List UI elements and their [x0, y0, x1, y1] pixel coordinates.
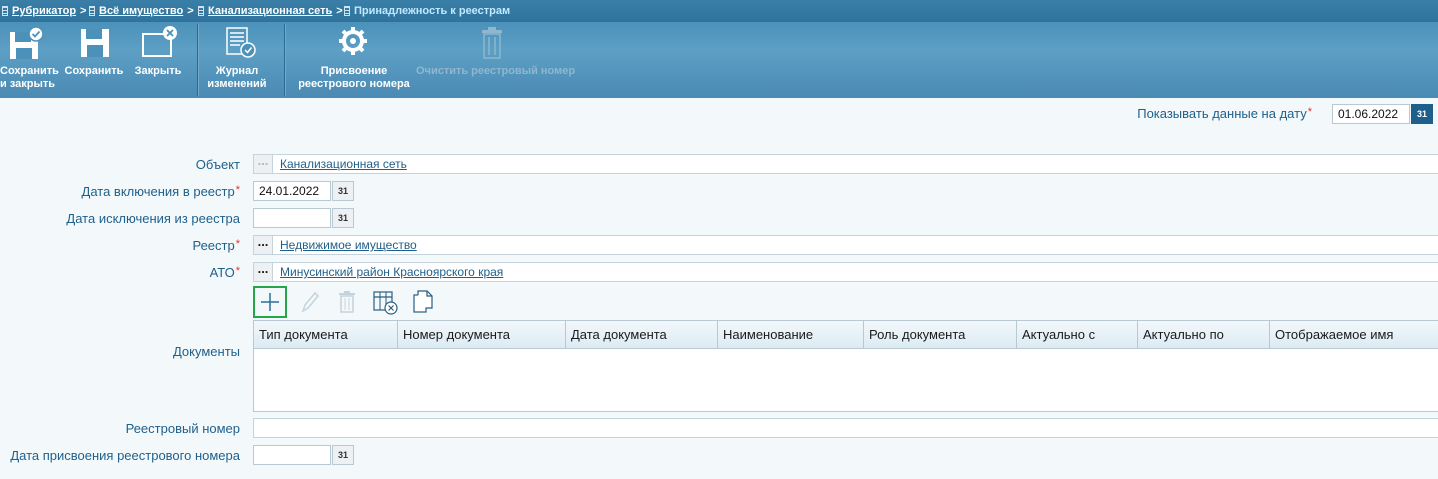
change-journal-button[interactable]: Журнал изменений [206, 22, 268, 96]
documents-grid-header: Тип документа Номер документа Дата докум… [254, 321, 1438, 349]
trash-icon [339, 291, 355, 313]
close-button[interactable]: Закрыть [132, 22, 184, 96]
ato-select-button[interactable]: ... [253, 262, 273, 282]
list-icon [89, 6, 95, 16]
registry-link[interactable]: Недвижимое имущество [280, 238, 417, 252]
calendar-icon[interactable]: 31 [332, 208, 354, 228]
copy-icon [413, 290, 433, 313]
registry-date-input[interactable] [253, 445, 331, 465]
required-marker: * [235, 238, 240, 250]
calendar-icon[interactable]: 31 [332, 181, 354, 201]
breadcrumb-item-sewer[interactable]: Канализационная сеть > [198, 0, 343, 22]
show-date-label: Показывать данные на дату* [1137, 106, 1312, 121]
documents-toolbar [253, 286, 453, 320]
table-remove-icon [373, 291, 398, 315]
list-icon [344, 6, 350, 16]
breadcrumb: Рубрикатор > Всё имущество > Канализацио… [0, 0, 1438, 22]
ato-label: АТО* [209, 265, 240, 280]
registry-select-button[interactable]: ... [253, 235, 273, 255]
date-exclude-input[interactable] [253, 208, 331, 228]
pencil-icon [301, 291, 320, 313]
calendar-icon[interactable]: 31 [332, 445, 354, 465]
column-header-doc-type[interactable]: Тип документа [254, 321, 398, 348]
object-link[interactable]: Канализационная сеть [280, 157, 407, 171]
documents-grid[interactable]: Тип документа Номер документа Дата докум… [253, 320, 1438, 412]
save-button[interactable]: Сохранить [64, 22, 124, 96]
save-close-icon [10, 26, 44, 59]
clear-registry-number-button[interactable]: Очистить реестровый номер [416, 22, 575, 96]
list-icon [2, 6, 8, 16]
add-document-button[interactable] [253, 286, 287, 318]
registry-label: Реестр* [192, 238, 240, 253]
gear-icon [339, 27, 367, 55]
trash-icon [482, 27, 502, 59]
delete-document-button[interactable] [331, 286, 365, 318]
copy-document-button[interactable] [407, 286, 441, 318]
registry-number-label: Реестровый номер [125, 421, 240, 436]
save-and-close-button[interactable]: Сохранить и закрыть [0, 22, 59, 96]
breadcrumb-item-all-property[interactable]: Всё имущество > [89, 0, 194, 22]
floppy-disk-icon [81, 29, 109, 57]
registry-date-label: Дата присвоения реестрового номера [10, 448, 240, 463]
column-header-valid-from[interactable]: Актуально с [1017, 321, 1138, 348]
column-header-valid-to[interactable]: Актуально по [1138, 321, 1270, 348]
column-header-doc-number[interactable]: Номер документа [398, 321, 566, 348]
top-toolbar: Рубрикатор > Всё имущество > Канализацио… [0, 0, 1438, 98]
show-date-input[interactable]: 01.06.2022 [1332, 104, 1410, 124]
clear-columns-button[interactable] [369, 286, 403, 318]
toolbar-divider [284, 24, 286, 96]
registry-field [253, 235, 1438, 255]
list-icon [198, 6, 204, 16]
calendar-icon[interactable]: 31 [1411, 104, 1433, 124]
required-marker: * [235, 184, 240, 196]
plus-icon [261, 293, 279, 311]
date-include-input[interactable]: 24.01.2022 [253, 181, 331, 201]
ato-link[interactable]: Минусинский район Красноярского края [280, 265, 503, 279]
registry-number-input[interactable] [253, 418, 1438, 438]
documents-label: Документы [172, 344, 240, 359]
object-label: Объект [195, 157, 240, 172]
close-window-icon [142, 26, 177, 57]
assign-registry-number-button[interactable]: Присвоение реестрового номера [296, 22, 412, 96]
required-marker: * [235, 265, 240, 277]
date-exclude-label: Дата исключения из реестра [66, 211, 240, 226]
column-header-doc-role[interactable]: Роль документа [864, 321, 1017, 348]
object-select-button[interactable]: ... [253, 154, 273, 174]
required-marker: * [1307, 106, 1312, 118]
journal-icon [226, 27, 256, 58]
breadcrumb-current: Принадлежность к реестрам [344, 0, 510, 22]
object-field [253, 154, 1438, 174]
column-header-doc-date[interactable]: Дата документа [566, 321, 718, 348]
column-header-display-name[interactable]: Отображаемое имя [1270, 321, 1438, 348]
toolbar-divider [197, 24, 199, 96]
breadcrumb-item-rubricator[interactable]: Рубрикатор > [2, 0, 86, 22]
column-header-name[interactable]: Наименование [718, 321, 864, 348]
edit-document-button[interactable] [293, 286, 327, 318]
date-include-label: Дата включения в реестр* [81, 184, 240, 199]
